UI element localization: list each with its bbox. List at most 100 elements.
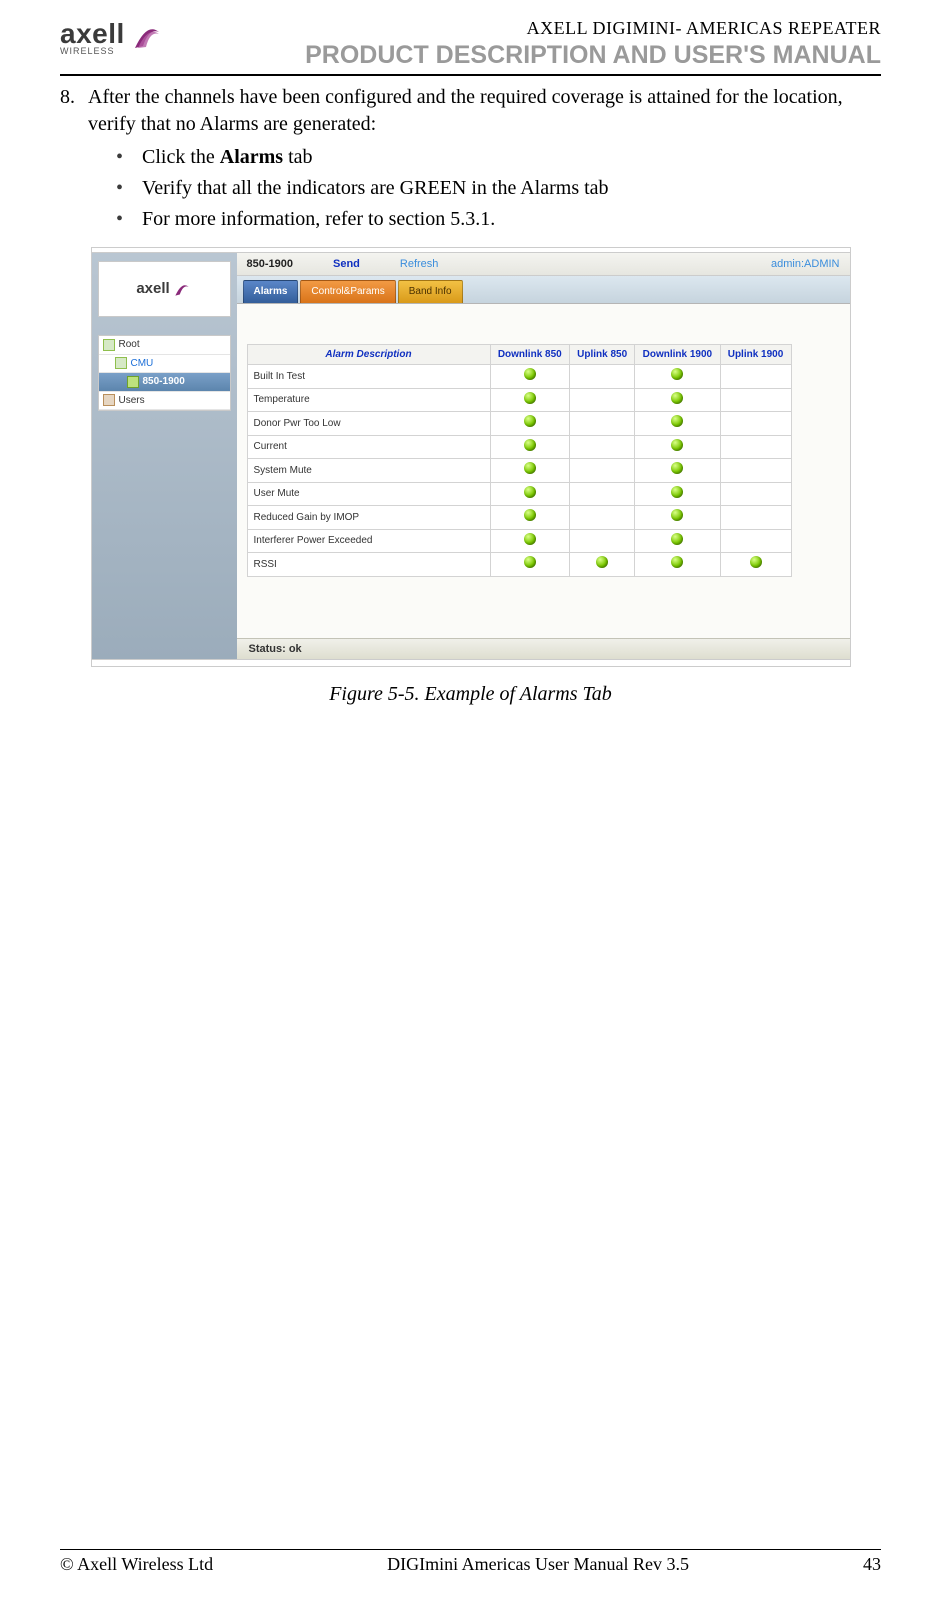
- alarm-status-cell: [720, 553, 791, 577]
- alarm-description-cell: Reduced Gain by IMOP: [247, 506, 490, 530]
- alarm-status-cell: [720, 506, 791, 530]
- status-text: Status: ok: [249, 642, 302, 657]
- status-led-green-icon: [524, 509, 536, 521]
- status-led-green-icon: [671, 556, 683, 568]
- alarm-description-cell: Built In Test: [247, 365, 490, 389]
- alarm-status-cell: [720, 412, 791, 436]
- alarm-status-cell: [490, 365, 570, 389]
- alarm-status-cell: [490, 412, 570, 436]
- alarm-status-cell: [720, 435, 791, 459]
- alarm-status-cell: [635, 482, 720, 506]
- tree-root[interactable]: Root: [99, 336, 230, 355]
- sidebar: axell Root CMU: [92, 253, 237, 659]
- status-led-green-icon: [524, 462, 536, 474]
- logo-swirl-icon: [172, 279, 192, 299]
- alarm-status-cell: [570, 553, 635, 577]
- table-row: Interferer Power Exceeded: [247, 529, 791, 553]
- alarm-status-cell: [635, 506, 720, 530]
- header-product-line1: AXELL DIGIMINI- AMERICAS REPEATER: [305, 18, 881, 39]
- alarm-description-cell: Donor Pwr Too Low: [247, 412, 490, 436]
- alarm-status-cell: [720, 365, 791, 389]
- alarm-description-cell: Temperature: [247, 388, 490, 412]
- table-row: User Mute: [247, 482, 791, 506]
- tab-alarms[interactable]: Alarms: [243, 280, 299, 303]
- table-row: RSSI: [247, 553, 791, 577]
- bullet-more-info: For more information, refer to section 5…: [116, 206, 881, 233]
- status-led-green-icon: [671, 415, 683, 427]
- table-row: Current: [247, 435, 791, 459]
- status-led-green-icon: [750, 556, 762, 568]
- alarm-status-cell: [570, 365, 635, 389]
- status-led-green-icon: [524, 556, 536, 568]
- col-uplink-850: Uplink 850: [570, 344, 635, 365]
- tree-band-selected[interactable]: 850-1900: [99, 373, 230, 392]
- crumb-title: 850-1900: [247, 257, 294, 272]
- status-led-green-icon: [671, 533, 683, 545]
- alarms-table: Alarm Description Downlink 850 Uplink 85…: [247, 344, 792, 577]
- alarm-status-cell: [720, 459, 791, 483]
- status-led-green-icon: [524, 439, 536, 451]
- status-led-green-icon: [596, 556, 608, 568]
- alarm-status-cell: [635, 435, 720, 459]
- status-led-green-icon: [671, 486, 683, 498]
- alarm-status-cell: [490, 506, 570, 530]
- col-uplink-1900: Uplink 1900: [720, 344, 791, 365]
- col-downlink-850: Downlink 850: [490, 344, 570, 365]
- alarm-status-cell: [635, 553, 720, 577]
- bullet-verify-green: Verify that all the indicators are GREEN…: [116, 175, 881, 202]
- alarm-status-cell: [635, 529, 720, 553]
- sidebar-logo: axell: [98, 261, 231, 317]
- header-product-line2: PRODUCT DESCRIPTION AND USER'S MANUAL: [305, 41, 881, 70]
- status-led-green-icon: [524, 533, 536, 545]
- refresh-link[interactable]: Refresh: [400, 257, 439, 272]
- nav-tree: Root CMU 850-1900: [98, 335, 231, 411]
- status-led-green-icon: [524, 368, 536, 380]
- status-led-green-icon: [524, 415, 536, 427]
- tab-control-params[interactable]: Control&Params: [300, 280, 395, 303]
- table-row: Donor Pwr Too Low: [247, 412, 791, 436]
- tab-band-info[interactable]: Band Info: [398, 280, 463, 303]
- tree-users[interactable]: Users: [99, 392, 230, 411]
- alarm-status-cell: [570, 482, 635, 506]
- alarm-status-cell: [490, 529, 570, 553]
- tree-cmu[interactable]: CMU: [99, 355, 230, 374]
- alarm-status-cell: [570, 459, 635, 483]
- status-led-green-icon: [524, 392, 536, 404]
- user-icon: [103, 394, 115, 406]
- send-link[interactable]: Send: [333, 257, 360, 272]
- status-led-green-icon: [671, 368, 683, 380]
- alarm-status-cell: [635, 459, 720, 483]
- alarm-status-cell: [635, 365, 720, 389]
- alarm-status-cell: [720, 529, 791, 553]
- device-icon: [127, 376, 139, 388]
- body-text: 8. After the channels have been configur…: [60, 84, 881, 708]
- alarm-status-cell: [490, 435, 570, 459]
- alarm-status-cell: [635, 412, 720, 436]
- breadcrumb-bar: 850-1900 Send Refresh admin:ADMIN: [237, 253, 850, 276]
- status-led-green-icon: [671, 392, 683, 404]
- alarm-status-cell: [635, 388, 720, 412]
- tab-bar: Alarms Control&Params Band Info: [237, 276, 850, 304]
- axell-logo: axell WIRELESS: [60, 18, 165, 56]
- col-downlink-1900: Downlink 1900: [635, 344, 720, 365]
- alarm-status-cell: [490, 482, 570, 506]
- status-bar: Status: ok: [237, 638, 850, 659]
- alarm-status-cell: [570, 435, 635, 459]
- bullet-click-alarms: Click the Alarms tab: [116, 144, 881, 171]
- alarm-description-cell: System Mute: [247, 459, 490, 483]
- footer-center: DIGImini Americas User Manual Rev 3.5: [387, 1554, 689, 1575]
- status-led-green-icon: [671, 439, 683, 451]
- table-row: Reduced Gain by IMOP: [247, 506, 791, 530]
- alarm-status-cell: [570, 412, 635, 436]
- alarm-description-cell: User Mute: [247, 482, 490, 506]
- alarm-description-cell: RSSI: [247, 553, 490, 577]
- status-led-green-icon: [524, 486, 536, 498]
- alarm-status-cell: [570, 529, 635, 553]
- status-led-green-icon: [671, 509, 683, 521]
- folder-icon: [115, 357, 127, 369]
- folder-icon: [103, 339, 115, 351]
- page-header: axell WIRELESS AXELL DIGIMINI- AMERICAS …: [60, 0, 881, 70]
- alarm-status-cell: [720, 482, 791, 506]
- alarm-status-cell: [490, 388, 570, 412]
- alarm-description-cell: Current: [247, 435, 490, 459]
